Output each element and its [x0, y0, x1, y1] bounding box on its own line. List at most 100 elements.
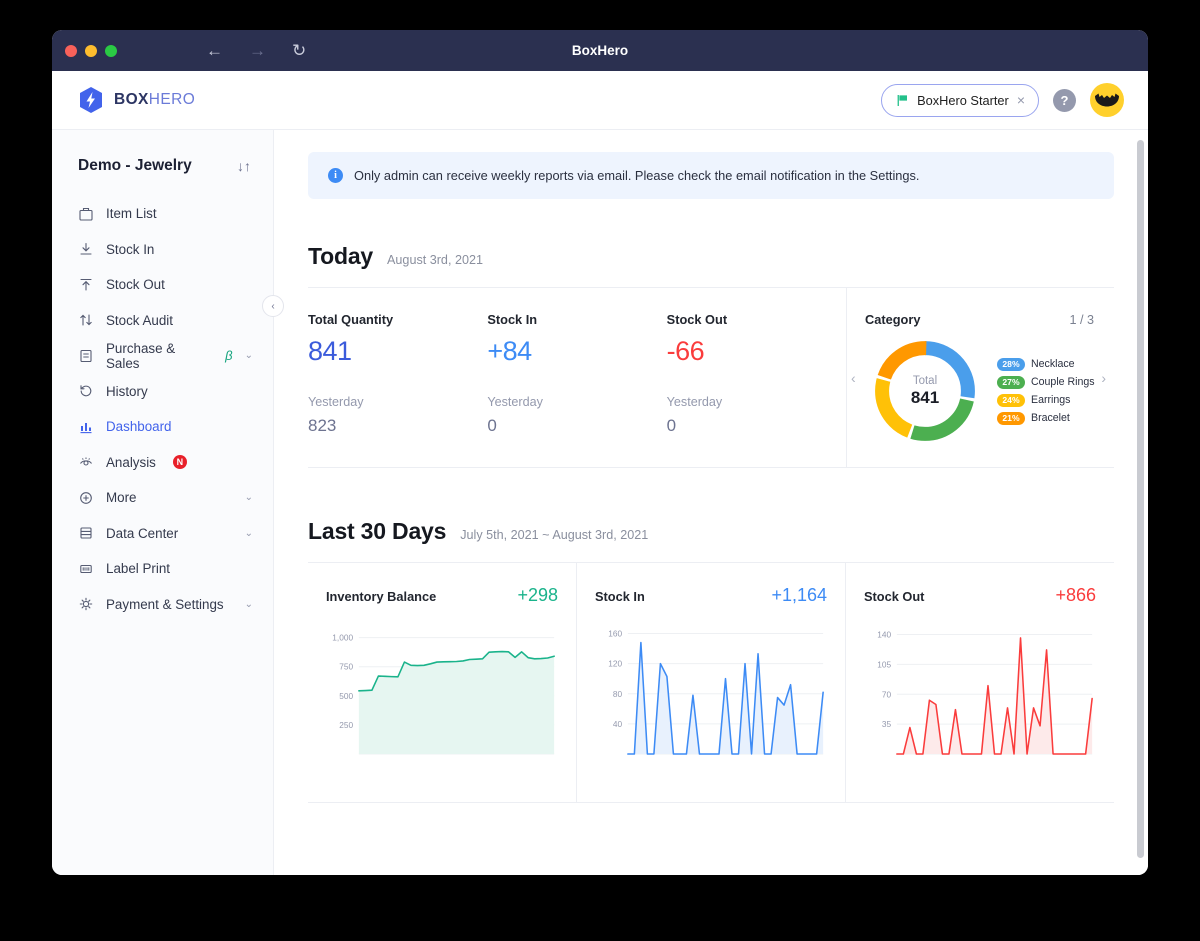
sidebar-item-analysis[interactable]: Analysis N	[52, 445, 273, 481]
chevron-down-icon[interactable]: ⌄	[245, 528, 253, 539]
chart-stock-in: Stock In +1,164 4080120160	[576, 563, 845, 802]
chart-svg-inventory: 2505007501,000	[326, 616, 558, 776]
legend-percent: 27%	[997, 376, 1025, 389]
history-icon	[78, 383, 94, 399]
legend-item: 21% Bracelet	[997, 412, 1095, 425]
stat-stock-out: Stock Out -66 Yesterday 0	[667, 312, 846, 441]
workspace-title: Demo - Jewelry	[78, 157, 192, 175]
minimize-window-button[interactable]	[85, 45, 97, 57]
sidebar-item-label-print[interactable]: Label Print	[52, 551, 273, 587]
sidebar-item-stock-audit[interactable]: Stock Audit	[52, 303, 273, 339]
chart-plot-area: 2505007501,000	[326, 616, 558, 776]
category-prev-button[interactable]: ‹	[851, 370, 856, 386]
donut-total-value: 841	[911, 388, 939, 408]
close-icon[interactable]: ×	[1017, 93, 1025, 107]
sidebar-item-label: Stock In	[106, 242, 154, 257]
sidebar-item-payment-settings[interactable]: Payment & Settings ⌄	[52, 587, 273, 623]
chart-header: Stock In +1,164	[595, 585, 827, 606]
chart-bar-icon	[78, 419, 94, 435]
category-page-indicator: 1 / 3	[1069, 313, 1094, 327]
brand-hero-text: HERO	[149, 91, 195, 108]
chart-svg-stock-in: 4080120160	[595, 616, 827, 776]
info-banner: i Only admin can receive weekly reports …	[308, 152, 1114, 199]
gear-icon	[78, 596, 94, 612]
avatar[interactable]	[1090, 83, 1124, 117]
close-window-button[interactable]	[65, 45, 77, 57]
stat-sub-label: Yesterday	[667, 395, 836, 409]
sidebar-item-data-center[interactable]: Data Center ⌄	[52, 516, 273, 552]
help-icon[interactable]: ?	[1053, 89, 1076, 112]
sidebar-item-stock-out[interactable]: Stock Out	[52, 267, 273, 303]
chart-stock-out: Stock Out +866 3570105140	[845, 563, 1114, 802]
stat-sub-label: Yesterday	[487, 395, 656, 409]
stat-label: Stock Out	[667, 312, 836, 327]
chevron-down-icon[interactable]: ⌄	[245, 492, 253, 503]
plan-badge[interactable]: BoxHero Starter ×	[881, 84, 1039, 117]
maximize-window-button[interactable]	[105, 45, 117, 57]
svg-text:70: 70	[882, 689, 892, 699]
download-icon	[78, 241, 94, 257]
sidebar: Demo - Jewelry ↓↑ Item List Stock In Sto…	[52, 130, 274, 875]
chart-title: Stock Out	[864, 589, 924, 604]
database-icon	[78, 525, 94, 541]
svg-text:80: 80	[613, 689, 623, 699]
chart-inventory-balance: Inventory Balance +298 2505007501,000	[308, 563, 576, 802]
legend-item: 24% Earrings	[997, 394, 1095, 407]
sidebar-header: Demo - Jewelry ↓↑	[52, 148, 273, 184]
app-body: Demo - Jewelry ↓↑ Item List Stock In Sto…	[52, 130, 1148, 875]
category-title: Category	[865, 312, 920, 327]
stat-value: -66	[667, 336, 836, 367]
reload-icon[interactable]: ↻	[292, 42, 306, 59]
sort-icon[interactable]: ↓↑	[237, 158, 251, 174]
chevron-down-icon[interactable]: ⌄	[245, 599, 253, 610]
svg-text:140: 140	[877, 629, 891, 639]
brand-logo[interactable]: BOXHERO	[78, 86, 195, 114]
sidebar-item-item-list[interactable]: Item List	[52, 196, 273, 232]
sidebar-item-purchase-sales[interactable]: Purchase & Sales β ⌄	[52, 338, 273, 374]
last30-charts: Inventory Balance +298 2505007501,000 St…	[308, 563, 1114, 802]
brand-box-text: BOX	[114, 91, 149, 108]
sidebar-item-label: History	[106, 384, 148, 399]
stat-label: Total Quantity	[308, 312, 477, 327]
stat-sub-value: 0	[487, 416, 656, 436]
batman-mask-icon	[1094, 93, 1120, 107]
plan-label: BoxHero Starter	[917, 93, 1009, 108]
app-window: ← → ↻ BoxHero BOXHERO BoxHero Starter ×	[52, 30, 1148, 875]
stat-sub-value: 823	[308, 416, 477, 436]
stat-total-quantity: Total Quantity 841 Yesterday 823	[308, 312, 487, 441]
stat-value: 841	[308, 336, 477, 367]
today-stats: Total Quantity 841 Yesterday 823 Stock I…	[308, 288, 846, 467]
category-header: Category 1 / 3	[847, 312, 1114, 327]
stat-label: Stock In	[487, 312, 656, 327]
eye-icon	[78, 454, 94, 470]
sidebar-item-more[interactable]: More ⌄	[52, 480, 273, 516]
sidebar-item-label: Payment & Settings	[106, 597, 224, 612]
sidebar-item-history[interactable]: History	[52, 374, 273, 410]
sidebar-item-label: Data Center	[106, 526, 178, 541]
flag-icon	[896, 94, 909, 107]
stat-stock-in: Stock In +84 Yesterday 0	[487, 312, 666, 441]
svg-text:40: 40	[613, 719, 623, 729]
vertical-scrollbar[interactable]	[1137, 140, 1144, 858]
sidebar-item-label: Purchase & Sales	[106, 341, 210, 371]
sidebar-item-stock-in[interactable]: Stock In	[52, 232, 273, 268]
svg-text:250: 250	[339, 720, 353, 730]
collapse-sidebar-button[interactable]: ‹	[262, 295, 284, 317]
chart-title: Stock In	[595, 589, 645, 604]
chart-header: Inventory Balance +298	[326, 585, 558, 606]
chevron-down-icon[interactable]: ⌄	[245, 350, 253, 361]
legend-label: Necklace	[1031, 358, 1075, 370]
category-next-button[interactable]: ›	[1101, 370, 1106, 386]
legend-percent: 21%	[997, 412, 1025, 425]
back-arrow-icon[interactable]: ←	[206, 42, 223, 59]
sidebar-item-dashboard[interactable]: Dashboard	[52, 409, 273, 445]
transfer-icon	[78, 312, 94, 328]
last30-title: Last 30 Days	[308, 518, 446, 545]
header-actions: BoxHero Starter × ?	[881, 83, 1124, 117]
legend-item: 28% Necklace	[997, 358, 1095, 371]
legend-percent: 24%	[997, 394, 1025, 407]
forward-arrow-icon[interactable]: →	[249, 42, 266, 59]
svg-text:160: 160	[608, 628, 622, 638]
browser-nav-controls: ← → ↻	[206, 42, 306, 59]
sidebar-item-label: Dashboard	[106, 419, 172, 434]
